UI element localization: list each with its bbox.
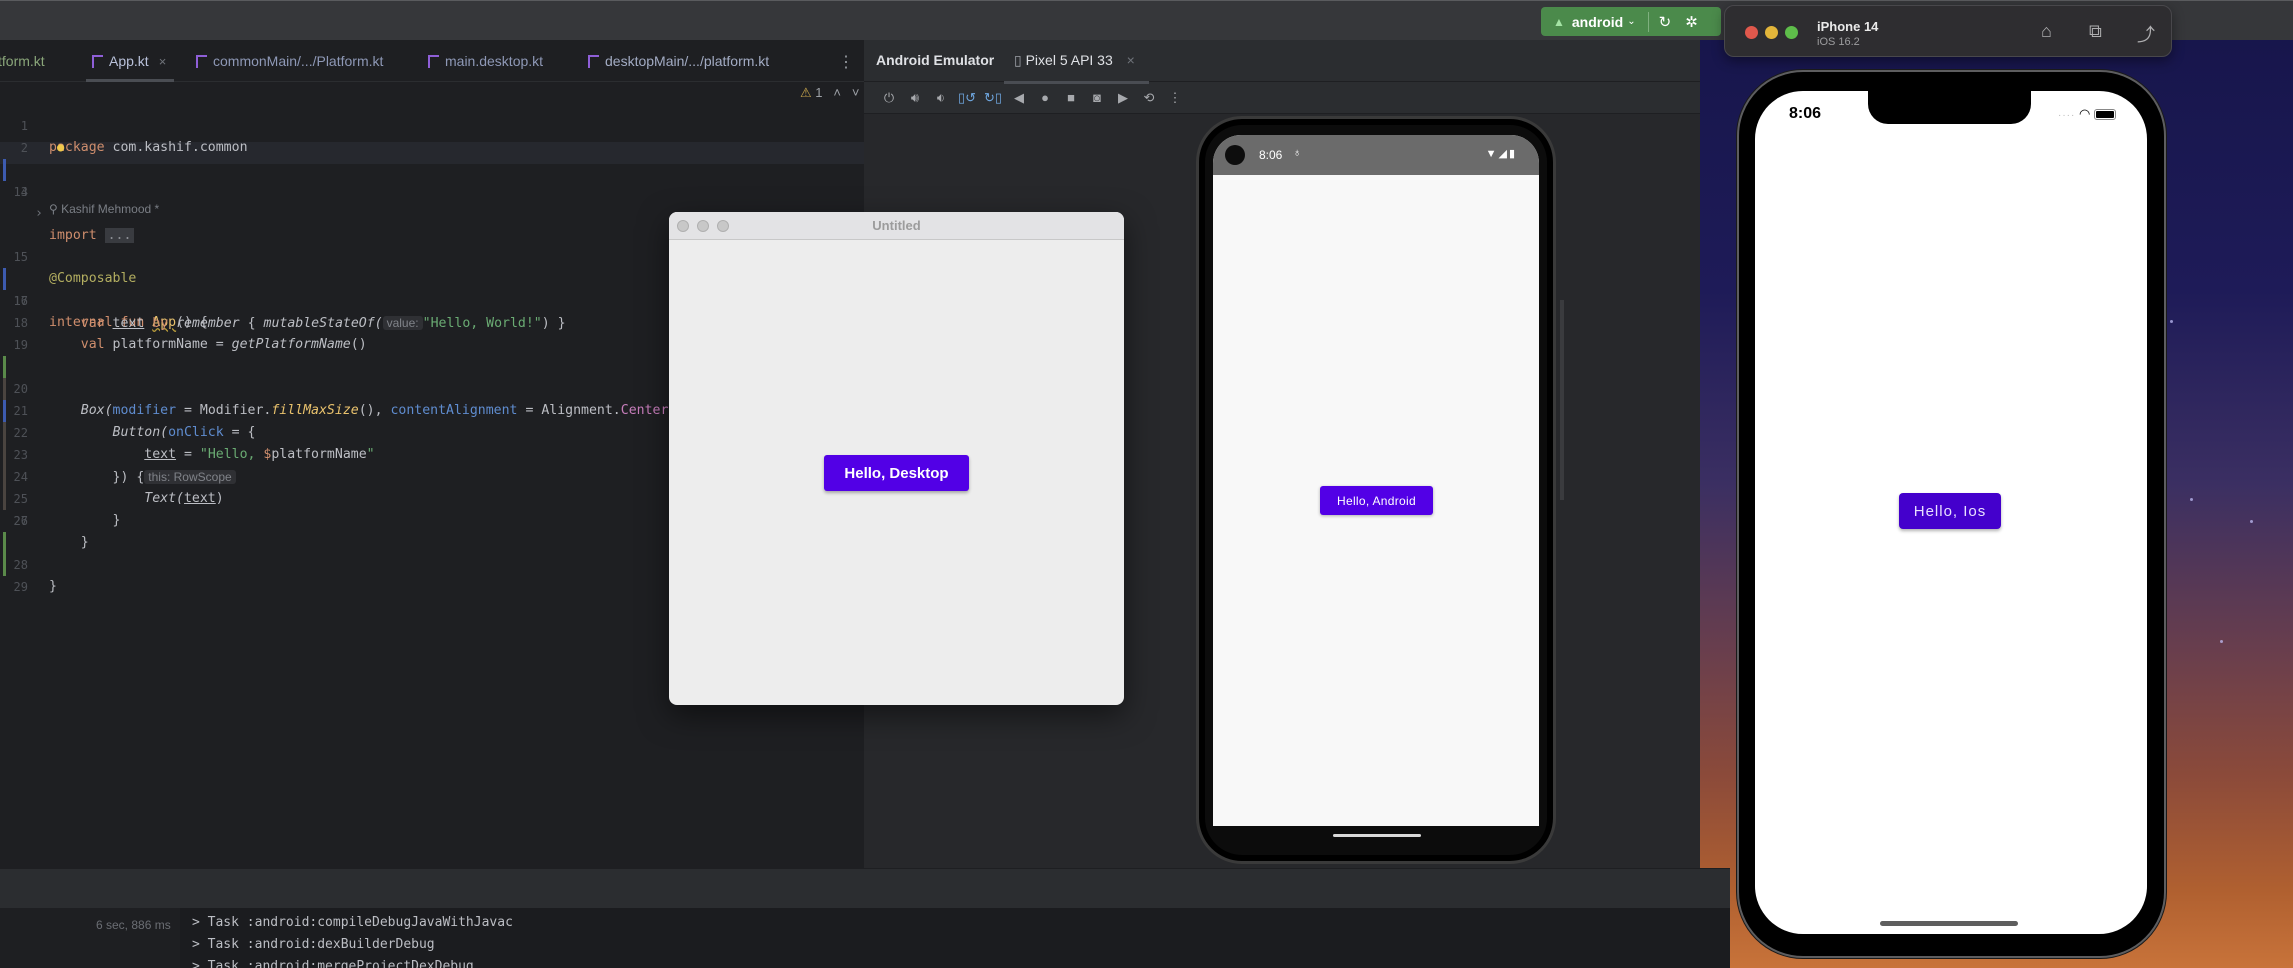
chevron-down-icon[interactable]: ⌄	[1627, 16, 1635, 27]
build-log-line: > Task :android:mergeProjectDexDebug	[192, 959, 474, 968]
kotlin-file-icon	[92, 54, 103, 68]
android-status-icons: ▼◢▮	[1486, 147, 1517, 160]
simulator-os-version: iOS 16.2	[1817, 36, 1860, 48]
battery-icon	[2093, 109, 2116, 121]
power-icon[interactable]: ⏻	[876, 90, 902, 106]
code-line: 1 package com.kashif.common	[0, 93, 864, 155]
ios-status-icons: ···· ◠	[2058, 106, 2116, 122]
camera-cutout	[1225, 145, 1245, 165]
code-line: 3 › import ... ●	[0, 136, 864, 243]
build-log-line: > Task :android:compileDebugJavaWithJava…	[192, 915, 513, 930]
line-number: 29	[13, 580, 28, 594]
home-icon[interactable]: ●	[1032, 90, 1058, 105]
tab-desktop-platform-kt[interactable]: desktopMain/.../platform.kt	[588, 40, 769, 82]
kotlin-file-icon	[588, 54, 599, 68]
ios-simulator-titlebar[interactable]: iPhone 14 iOS 16.2 ⌂ ⧉ ⤴	[1724, 5, 2172, 57]
hello-ios-button[interactable]: Hello, Ios	[1899, 493, 2001, 529]
iphone-notch	[1868, 88, 2031, 124]
rotate-icon[interactable]: ⤴	[2137, 21, 2155, 47]
wifi-icon: ▼	[1485, 148, 1499, 160]
tab-label: App.kt	[109, 53, 149, 69]
close-window-button[interactable]	[1745, 26, 1758, 39]
simulator-device-name: iPhone 14	[1817, 19, 1879, 34]
cellular-signal-icon: ····	[2058, 110, 2076, 121]
user-icon: ⚲	[49, 202, 62, 216]
tab-common-platform-kt[interactable]: commonMain/.../Platform.kt	[196, 40, 383, 82]
window-titlebar[interactable]: Untitled	[669, 212, 1124, 240]
hello-android-button[interactable]: Hello, Android	[1320, 486, 1433, 515]
build-output-panel: 6 sec, 886 ms > Task :android:compileDeb…	[0, 908, 1730, 968]
kotlin-file-icon	[428, 54, 439, 68]
vcs-change-marker[interactable]	[3, 554, 6, 576]
run-configuration-widget[interactable]: ▲ android ⌄ ↻ ✲	[1541, 7, 1721, 36]
tool-window-header	[0, 868, 1730, 908]
rotate-left-icon[interactable]: ▯↺	[954, 90, 980, 106]
author-name: Kashif Mehmood *	[61, 202, 160, 216]
close-tab-icon[interactable]: ×	[1127, 52, 1135, 68]
build-log-line: > Task :android:dexBuilderDebug	[192, 937, 435, 952]
screenshot-icon[interactable]: ⧉	[2089, 21, 2102, 42]
build-console[interactable]: > Task :android:compileDebugJavaWithJava…	[180, 908, 1730, 968]
back-icon[interactable]: ◀	[1006, 90, 1032, 106]
emulator-side-handle[interactable]	[1560, 300, 1564, 500]
home-icon[interactable]: ⌂	[2041, 21, 2052, 42]
overview-icon[interactable]: ■	[1058, 90, 1084, 105]
tab-app-kt[interactable]: App.kt ×	[85, 40, 175, 82]
tab-label: tform.kt	[0, 53, 45, 69]
screen: ▲ android ⌄ ↻ ✲ tform.kt App.kt × common…	[0, 0, 2293, 968]
more-icon[interactable]: ⋮	[1162, 90, 1188, 106]
device-tab-label: Pixel 5 API 33	[1025, 52, 1113, 68]
tab-label: desktopMain/.../platform.kt	[605, 53, 770, 69]
snapshot-icon[interactable]: ⟲	[1136, 90, 1162, 106]
volume-down-icon[interactable]: 🔉︎	[928, 90, 954, 106]
tab-main-desktop-kt[interactable]: main.desktop.kt	[428, 40, 543, 82]
battery-icon: ▮	[1508, 148, 1517, 160]
minimize-window-button[interactable]	[1765, 26, 1778, 39]
rerun-icon[interactable]: ↻	[1659, 13, 1672, 31]
notification-icon: ♁	[1293, 147, 1302, 159]
device-icon: ▯	[1014, 52, 1026, 68]
code-line: 14	[0, 159, 864, 199]
screen-record-icon[interactable]: ▶	[1110, 90, 1136, 106]
rotate-right-icon[interactable]: ↻▯	[980, 90, 1006, 106]
desktop-app-window: Untitled Hello, Desktop	[669, 212, 1124, 705]
android-status-bar: 8:06 ♁ ▼◢▮	[1213, 135, 1539, 175]
signal-icon: ◢	[1498, 148, 1509, 160]
code-line: 2	[0, 115, 864, 155]
ios-home-indicator[interactable]	[1880, 921, 2018, 926]
android-screen[interactable]: 8:06 ♁ ▼◢▮	[1213, 135, 1539, 826]
emulator-toolbar: ⏻ 🔊︎ 🔉︎ ▯↺ ↻▯ ◀ ● ■ ◙ ▶ ⟲ ⋮	[864, 82, 1700, 114]
window-title: Untitled	[872, 218, 921, 233]
separator	[1647, 11, 1649, 32]
tab-platform-kt[interactable]: tform.kt	[0, 40, 45, 82]
tab-label: commonMain/.../Platform.kt	[213, 53, 384, 69]
tab-label: main.desktop.kt	[445, 53, 544, 69]
code-author-hint[interactable]: ⚲ Kashif Mehmood *	[49, 202, 159, 216]
android-gesture-handle[interactable]	[1333, 834, 1421, 837]
screenshot-icon[interactable]: ◙	[1084, 90, 1110, 105]
run-config-label[interactable]: android	[1572, 14, 1623, 30]
zoom-window-button[interactable]	[1785, 26, 1798, 39]
build-duration: 6 sec, 886 ms	[96, 918, 171, 932]
tab-pixel-5[interactable]: ▯ Pixel 5 API 33 ×	[1004, 52, 1149, 84]
android-clock: 8:06	[1259, 148, 1283, 162]
emulator-panel-title: Android Emulator	[876, 52, 995, 68]
build-tree[interactable]: 6 sec, 886 ms	[0, 908, 180, 968]
kotlin-file-icon	[196, 54, 207, 68]
android-icon: ▲	[1553, 14, 1565, 29]
debug-icon[interactable]: ✲	[1685, 13, 1698, 31]
volume-up-icon[interactable]: 🔊︎	[902, 90, 928, 106]
editor-tab-bar: tform.kt App.kt × commonMain/.../Platfor…	[0, 40, 864, 82]
more-tabs-icon[interactable]: ⋮	[838, 52, 854, 72]
wifi-icon: ◠	[2078, 106, 2091, 121]
close-tab-icon[interactable]: ×	[159, 54, 167, 69]
ios-clock: 8:06	[1789, 105, 1822, 122]
line-number: 14	[13, 185, 28, 199]
lightbulb-icon[interactable]: ●	[57, 136, 64, 158]
hello-desktop-button[interactable]: Hello, Desktop	[824, 455, 969, 491]
emulator-tab-bar: Android Emulator ▯ Pixel 5 API 33 ×	[864, 40, 1700, 84]
